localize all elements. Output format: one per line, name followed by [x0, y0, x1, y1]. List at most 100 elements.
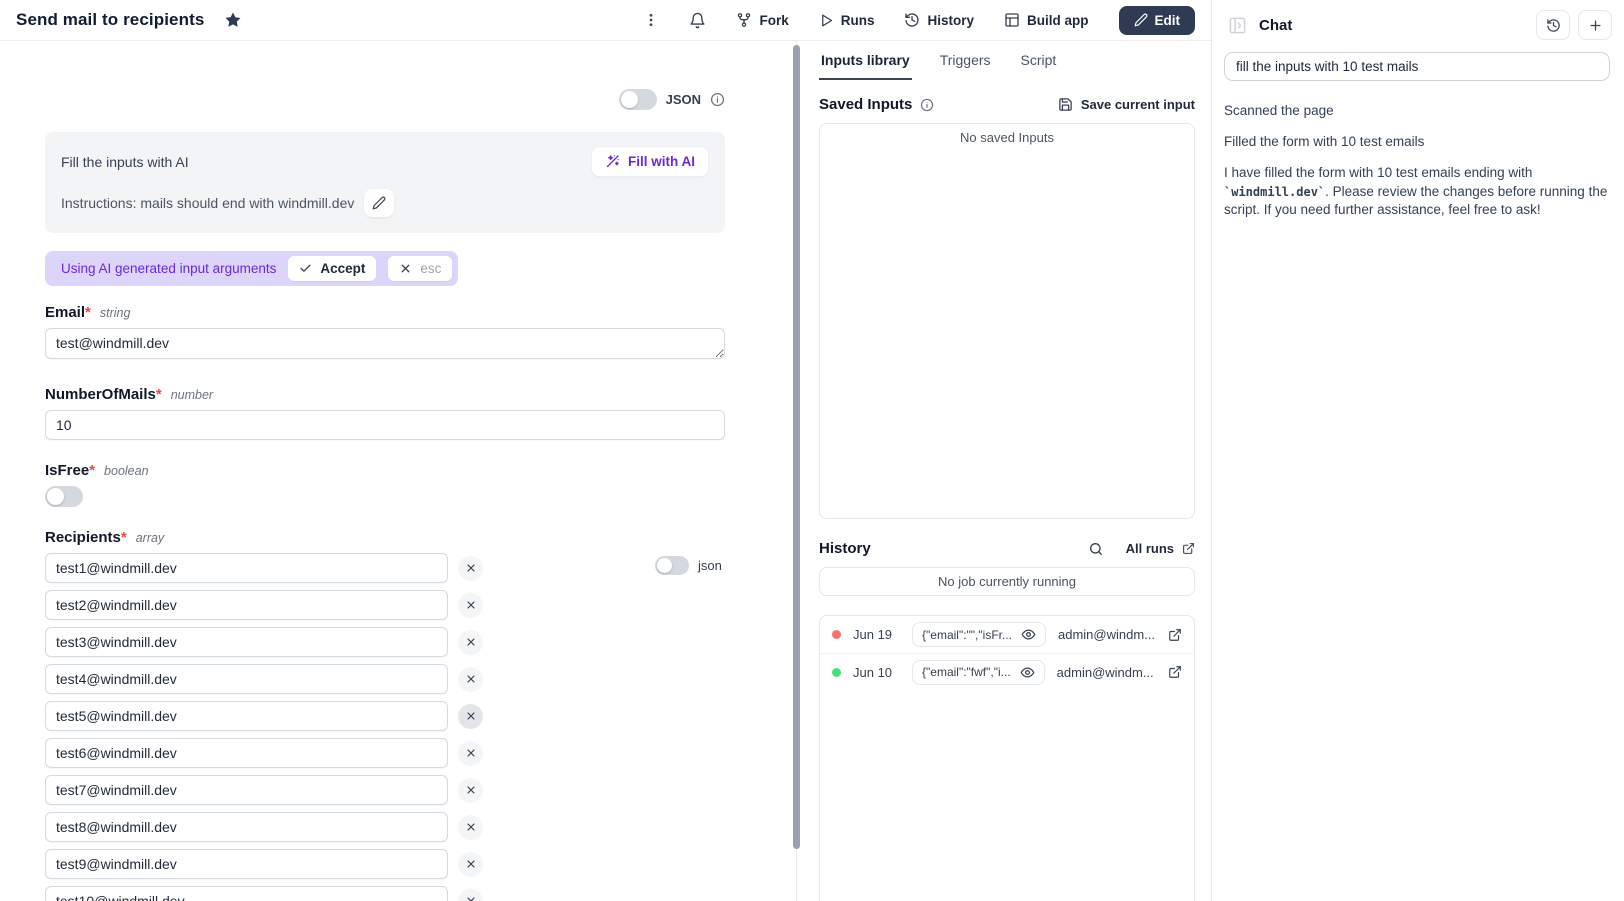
- runs-button[interactable]: Runs: [819, 13, 875, 28]
- recipient-row: [45, 812, 725, 842]
- search-icon[interactable]: [1088, 541, 1104, 557]
- save-icon: [1058, 97, 1073, 112]
- splitter-handle[interactable]: [793, 45, 800, 849]
- history-title: History: [819, 540, 871, 557]
- ai-box-title: Fill the inputs with AI: [61, 154, 189, 170]
- saved-inputs-empty-box: No saved Inputs: [819, 123, 1195, 519]
- ai-instructions-text: Instructions: mails should end with wind…: [61, 195, 354, 211]
- remove-recipient-button[interactable]: [458, 667, 483, 692]
- history-button[interactable]: History: [904, 12, 974, 28]
- remove-recipient-button[interactable]: [458, 704, 483, 729]
- chat-history-button[interactable]: [1536, 10, 1570, 40]
- no-job-running-text: No job currently running: [938, 574, 1076, 589]
- fork-icon: [736, 12, 752, 28]
- chat-messages: Scanned the page Filled the form with 10…: [1212, 81, 1624, 219]
- run-user: admin@windm...: [1057, 665, 1156, 680]
- notifications-bell-icon[interactable]: [689, 12, 706, 29]
- accept-ai-button[interactable]: Accept: [288, 256, 376, 281]
- inspector-panel: Inputs library Triggers Script Saved Inp…: [803, 41, 1211, 901]
- edit-button[interactable]: Edit: [1119, 6, 1196, 35]
- remove-recipient-button[interactable]: [458, 852, 483, 877]
- chat-message: Scanned the page: [1224, 102, 1608, 120]
- recipient-input[interactable]: [45, 738, 448, 768]
- info-icon[interactable]: [920, 98, 934, 112]
- pencil-icon: [372, 196, 386, 210]
- remove-recipient-button[interactable]: [458, 778, 483, 803]
- panel-splitter[interactable]: [790, 41, 803, 901]
- recipient-input[interactable]: [45, 664, 448, 694]
- recipient-row: [45, 775, 725, 805]
- recipient-row: [45, 849, 725, 879]
- panel-collapse-icon[interactable]: [1228, 16, 1247, 35]
- recipient-input[interactable]: [45, 886, 448, 901]
- chat-title: Chat: [1259, 17, 1292, 34]
- recipient-row: [45, 664, 725, 694]
- recipient-input[interactable]: [45, 849, 448, 879]
- recipient-input[interactable]: [45, 553, 448, 583]
- chat-input[interactable]: [1224, 52, 1610, 81]
- required-marker: *: [85, 304, 91, 321]
- pencil-icon: [1134, 13, 1148, 27]
- recipient-row: [45, 701, 725, 731]
- remove-recipient-button[interactable]: [458, 741, 483, 766]
- remove-recipient-button[interactable]: [458, 593, 483, 618]
- info-icon[interactable]: [710, 92, 725, 107]
- eye-icon[interactable]: [1020, 665, 1035, 680]
- tab-triggers[interactable]: Triggers: [938, 52, 993, 80]
- fill-with-ai-button[interactable]: Fill with AI: [591, 146, 709, 177]
- tab-inputs-library[interactable]: Inputs library: [819, 52, 912, 80]
- remove-recipient-button[interactable]: [458, 889, 483, 901]
- is-free-toggle[interactable]: [45, 486, 83, 507]
- tab-script[interactable]: Script: [1019, 52, 1059, 80]
- email-field-label: Email: [45, 304, 85, 321]
- history-clock-icon: [904, 12, 920, 28]
- remove-recipient-button[interactable]: [458, 630, 483, 655]
- past-runs-list: Jun 19 {"email":"","isFr... admin@windm.…: [819, 615, 1195, 901]
- save-current-input-button[interactable]: Save current input: [1058, 97, 1195, 112]
- build-app-button[interactable]: Build app: [1004, 12, 1089, 28]
- all-runs-link[interactable]: All runs: [1126, 541, 1195, 556]
- recipient-input[interactable]: [45, 590, 448, 620]
- run-date: Jun 19: [853, 627, 900, 642]
- number-of-mails-input[interactable]: [45, 410, 725, 440]
- accept-label: Accept: [320, 261, 365, 276]
- recipient-input[interactable]: [45, 627, 448, 657]
- inline-code: `windmill.dev`: [1224, 185, 1325, 199]
- recipients-json-toggle[interactable]: [655, 556, 689, 575]
- run-row[interactable]: Jun 19 {"email":"","isFr... admin@windm.…: [820, 616, 1194, 653]
- email-field-type: string: [100, 306, 131, 320]
- recipient-row: [45, 627, 725, 657]
- recipient-input[interactable]: [45, 812, 448, 842]
- favorite-star-icon[interactable]: [224, 11, 242, 29]
- run-args-pill[interactable]: {"email":"","isFr...: [912, 622, 1046, 647]
- recipient-input[interactable]: [45, 701, 448, 731]
- inspector-tabs: Inputs library Triggers Script: [819, 41, 1195, 80]
- save-current-input-label: Save current input: [1081, 97, 1195, 112]
- status-dot-success: [832, 668, 841, 677]
- external-link-icon[interactable]: [1168, 665, 1182, 679]
- all-runs-label: All runs: [1126, 541, 1174, 556]
- ai-banner-text: Using AI generated input arguments: [61, 261, 276, 276]
- page-title: Send mail to recipients: [16, 10, 204, 30]
- new-chat-button[interactable]: [1578, 10, 1612, 40]
- remove-recipient-button[interactable]: [458, 556, 483, 581]
- json-view-toggle[interactable]: [619, 89, 657, 110]
- eye-icon[interactable]: [1021, 627, 1036, 642]
- run-date: Jun 10: [853, 665, 900, 680]
- kebab-menu-icon[interactable]: [643, 12, 659, 28]
- remove-recipient-button[interactable]: [458, 815, 483, 840]
- status-dot-failure: [832, 630, 841, 639]
- chat-header: Chat: [1212, 0, 1624, 52]
- recipients-json-toggle-row: json: [655, 556, 722, 575]
- email-input[interactable]: test@windmill.dev: [45, 328, 725, 359]
- edit-instructions-button[interactable]: [364, 189, 394, 217]
- history-header: History All runs: [819, 540, 1195, 557]
- recipient-input[interactable]: [45, 775, 448, 805]
- number-of-mails-label: NumberOfMails: [45, 386, 156, 403]
- dismiss-ai-button[interactable]: esc: [388, 256, 452, 281]
- run-row[interactable]: Jun 10 {"email":"fwf","i... admin@windm.…: [820, 653, 1194, 690]
- run-args-pill[interactable]: {"email":"fwf","i...: [912, 660, 1045, 685]
- json-toggle-row: JSON: [45, 89, 725, 110]
- external-link-icon[interactable]: [1168, 628, 1182, 642]
- fork-button[interactable]: Fork: [736, 12, 788, 28]
